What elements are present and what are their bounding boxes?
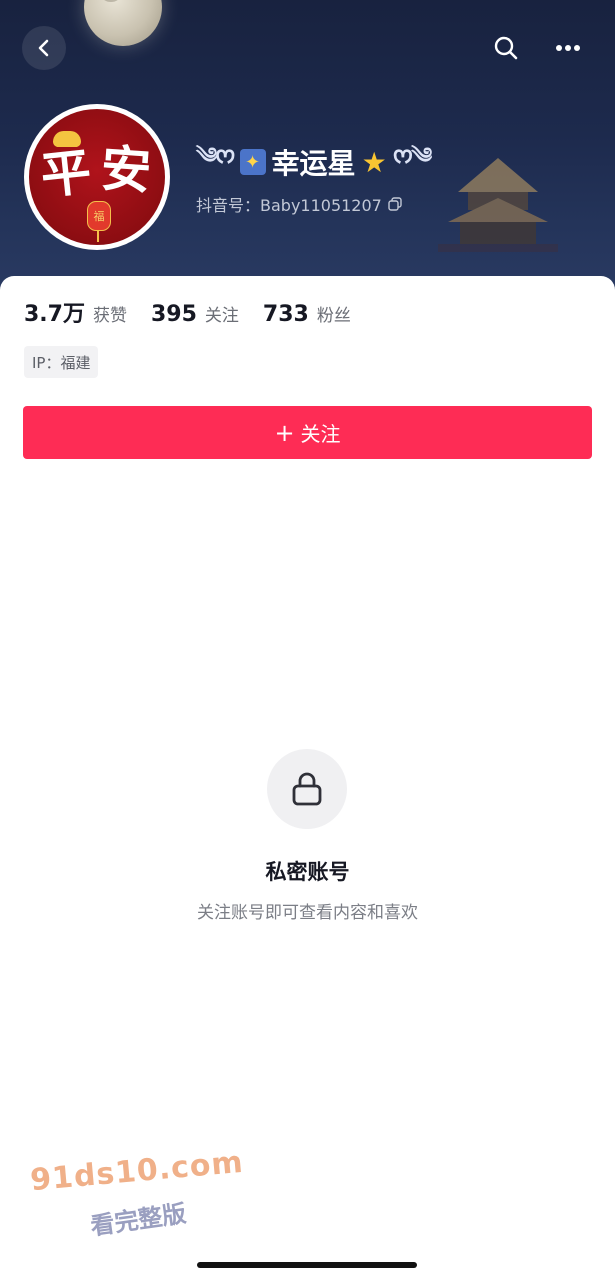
- stat-followers[interactable]: 733 粉丝: [263, 301, 351, 327]
- private-account-title: 私密账号: [265, 860, 350, 884]
- stat-likes-label: 获赞: [92, 306, 127, 326]
- back-button[interactable]: [22, 26, 66, 70]
- private-account-subtitle: 关注账号即可查看内容和喜欢: [197, 903, 418, 923]
- stat-following[interactable]: 395 关注: [151, 301, 239, 327]
- stat-likes-num: 3.7万: [24, 302, 85, 327]
- back-icon: [38, 39, 49, 57]
- stat-following-label: 关注: [204, 306, 239, 326]
- stat-followers-label: 粉丝: [316, 306, 351, 326]
- pavilion-decoration: [438, 158, 558, 252]
- search-icon: [494, 36, 518, 60]
- follow-button-label: 关注: [300, 422, 341, 446]
- douyin-id-text: 抖音号：Baby11051207: [196, 196, 382, 215]
- lantern-char: 福: [93, 210, 105, 223]
- more-button[interactable]: [546, 26, 590, 70]
- star-badge-icon: ✦: [239, 149, 266, 175]
- profile-banner: 平 安 福 ༄ᰔ ✦ 幸运星 ★ ᰔ༄ 抖音号：Baby11051207: [0, 0, 615, 300]
- cloud-left-icon: ༄ᰔ: [196, 144, 236, 169]
- ip-location-tag: IP：福建: [24, 346, 99, 378]
- profile-card: 3.7万 获赞 395 关注 733 粉丝 IP：福建 + 关注 私密账号 关注…: [0, 276, 615, 1280]
- follow-button[interactable]: + 关注: [23, 406, 592, 459]
- more-icon: [556, 45, 580, 51]
- avatar[interactable]: 平 安 福: [24, 104, 170, 250]
- cloud-right-icon: ᰔ༄: [392, 144, 433, 169]
- stat-likes[interactable]: 3.7万 获赞: [24, 296, 127, 328]
- avatar-char-2: 安: [99, 138, 154, 201]
- search-button[interactable]: [484, 26, 528, 70]
- avatar-image: 平 安 福: [29, 109, 165, 245]
- gold-star-icon: ★: [361, 145, 387, 179]
- lock-icon: [292, 772, 322, 806]
- home-indicator: [197, 1262, 417, 1268]
- moon-decoration: [84, 0, 162, 46]
- lantern-tassel: [97, 230, 99, 242]
- lock-badge: [267, 749, 347, 829]
- nickname-text: 幸运星: [271, 147, 356, 180]
- lantern-icon: 福: [87, 201, 111, 231]
- stat-following-num: 395: [150, 302, 197, 327]
- douyin-id[interactable]: 抖音号：Baby11051207: [196, 192, 402, 216]
- stat-followers-num: 733: [262, 302, 309, 327]
- copy-icon[interactable]: [388, 197, 402, 211]
- avatar-char-1: 平: [38, 141, 94, 206]
- stats-row: 3.7万 获赞 395 关注 733 粉丝: [24, 296, 351, 328]
- plus-icon: +: [274, 418, 295, 447]
- nickname: ༄ᰔ ✦ 幸运星 ★ ᰔ༄: [196, 142, 432, 182]
